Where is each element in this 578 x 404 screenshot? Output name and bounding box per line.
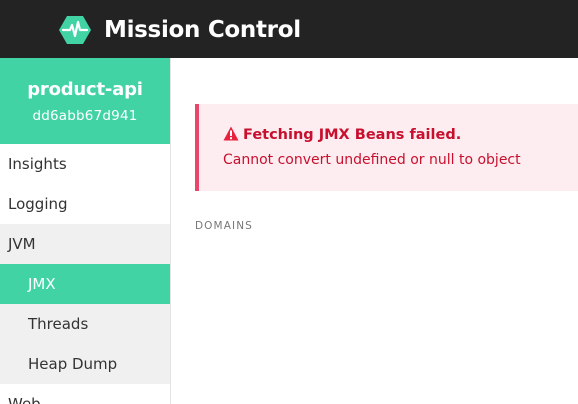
alert-title-text: Fetching JMX Beans failed. <box>243 127 462 143</box>
top-navbar: Mission Control <box>0 0 578 58</box>
sidebar-item-insights[interactable]: Insights <box>0 144 170 184</box>
sidebar-item-threads[interactable]: Threads <box>0 304 170 344</box>
app-title[interactable]: Mission Control <box>104 17 301 43</box>
warning-icon <box>223 126 239 145</box>
alert-title: Fetching JMX Beans failed. <box>223 126 461 145</box>
sidebar-item-web[interactable]: Web <box>0 384 170 404</box>
application-name: product-api <box>27 79 143 100</box>
instance-id: dd6abb67d941 <box>32 108 138 124</box>
sidebar-item-jvm[interactable]: JVM <box>0 224 170 264</box>
application-card[interactable]: product-api dd6abb67d941 <box>0 58 170 144</box>
alert-message: Cannot convert undefined or null to obje… <box>223 152 521 168</box>
error-alert: Fetching JMX Beans failed. Cannot conver… <box>195 104 578 191</box>
sidebar-item-heap-dump[interactable]: Heap Dump <box>0 344 170 384</box>
sidebar: product-api dd6abb67d941 Insights Loggin… <box>0 58 171 404</box>
sidebar-item-jmx[interactable]: JMX <box>0 264 170 304</box>
domains-heading: DOMAINS <box>195 220 253 232</box>
sidebar-item-logging[interactable]: Logging <box>0 184 170 224</box>
main-content: Fetching JMX Beans failed. Cannot conver… <box>171 58 578 404</box>
heartbeat-icon[interactable] <box>59 15 91 45</box>
